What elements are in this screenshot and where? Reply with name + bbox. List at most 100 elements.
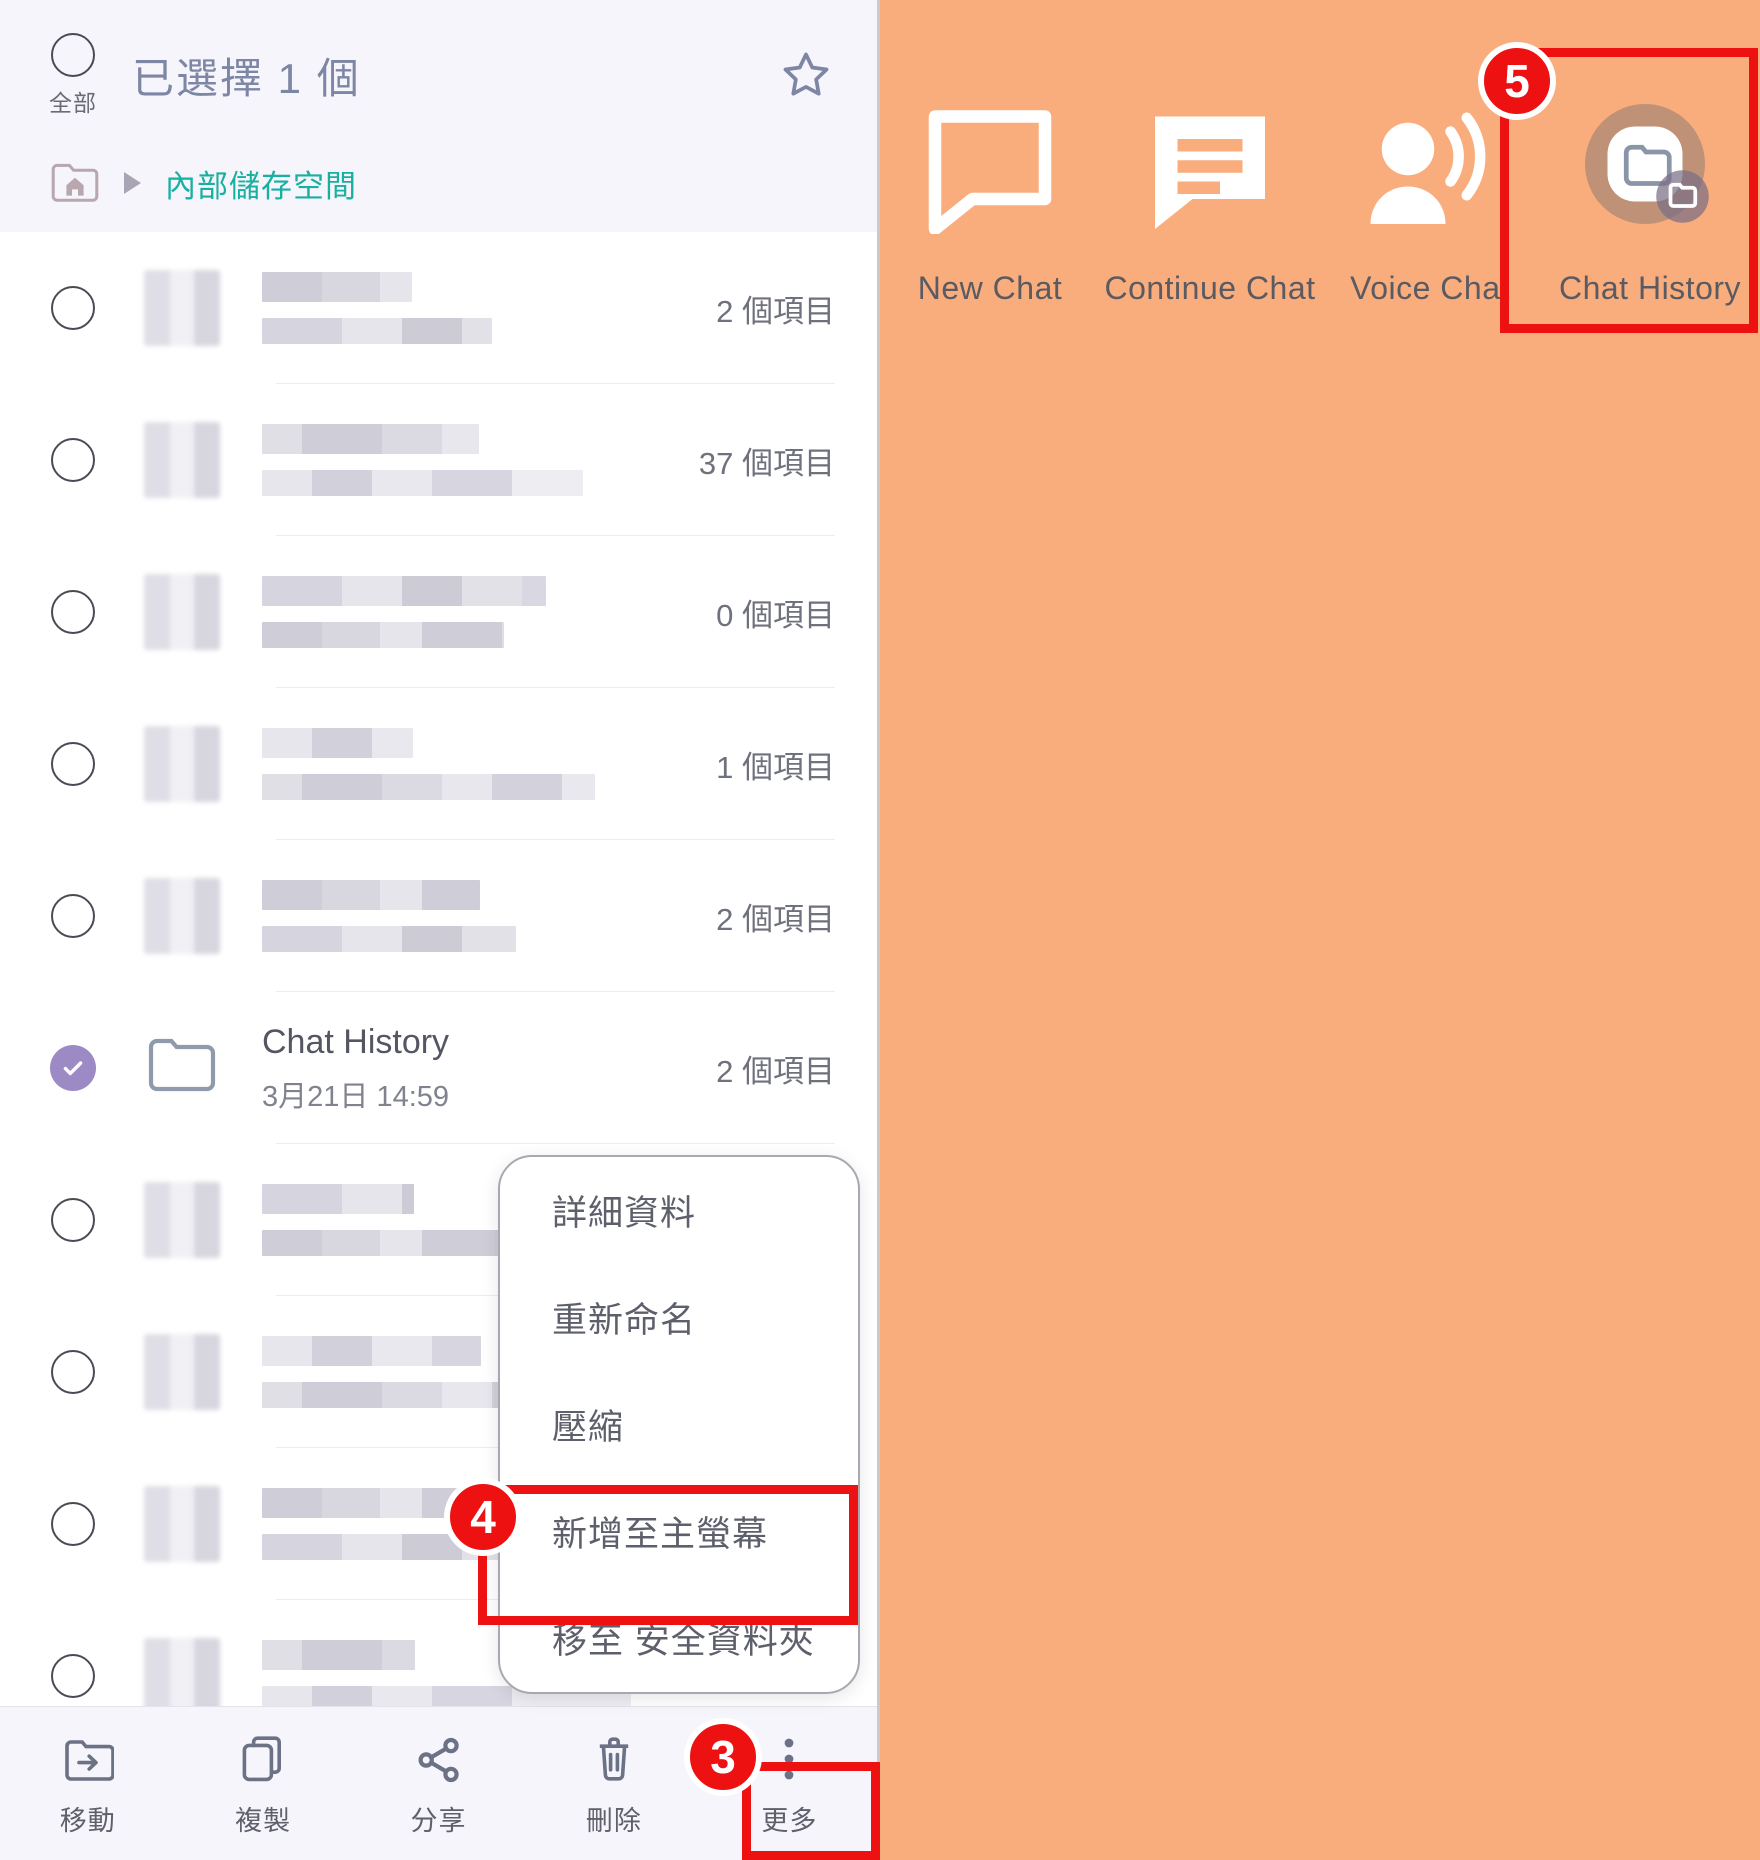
context-menu-item[interactable]: 移至 安全資料夾: [500, 1585, 858, 1692]
bottom-bar-move-button[interactable]: 移動: [0, 1707, 175, 1860]
folder-icon: [144, 270, 220, 346]
trash-icon: [591, 1729, 637, 1785]
table-row[interactable]: 1 個項目: [0, 688, 877, 840]
select-all-control[interactable]: 全部: [42, 32, 104, 118]
row-text: Chat History 3月21日 14:59: [262, 1021, 696, 1116]
checkbox-unchecked-icon: [51, 438, 95, 482]
row-checkbox[interactable]: [42, 1654, 104, 1698]
screenshot-root: 全部 已選擇 1 個 內部儲存空間 2 個項目 37 個項目 0 個項目 1 個…: [0, 0, 1760, 1860]
triangle-right-icon: [124, 172, 141, 194]
checkbox-unchecked-icon: [51, 286, 95, 330]
breadcrumb-path: 內部儲存空間: [165, 168, 357, 204]
row-checkbox[interactable]: [42, 438, 104, 482]
folder-icon: [144, 1182, 220, 1258]
row-checkbox[interactable]: [42, 286, 104, 330]
selection-count-title: 已選擇 1 個: [132, 54, 361, 102]
select-all-checkbox[interactable]: [51, 32, 95, 77]
table-row[interactable]: 2 個項目: [0, 232, 877, 384]
bottom-bar-share-button[interactable]: 分享: [351, 1707, 526, 1860]
redacted-file-name: [262, 1640, 415, 1670]
item-count: 0 個項目: [716, 597, 835, 633]
redacted-icon: [144, 878, 220, 954]
item-count: 2 個項目: [716, 293, 835, 329]
bottom-bar-delete-button[interactable]: 刪除: [526, 1707, 701, 1860]
context-menu-item[interactable]: 新增至主螢幕: [500, 1478, 858, 1585]
table-row[interactable]: 2 個項目: [0, 840, 877, 992]
bottom-bar-label: 更多: [761, 1806, 818, 1836]
table-row[interactable]: 0 個項目: [0, 536, 877, 688]
redacted-icon: [144, 726, 220, 802]
redacted-file-meta: [262, 318, 492, 344]
shortcut-voice-chat[interactable]: Voice Chat: [1320, 96, 1540, 307]
redacted-file-name: [262, 1184, 414, 1214]
shortcut-label: Voice Chat: [1350, 270, 1510, 306]
step-badge-4: 4: [444, 1478, 522, 1556]
redacted-icon: [144, 1638, 220, 1706]
row-checkbox[interactable]: [42, 590, 104, 634]
folder-icon: [144, 726, 220, 802]
selection-toolbar: 全部 已選擇 1 個: [0, 0, 877, 150]
copy-icon: [238, 1729, 288, 1785]
item-count: 37 個項目: [698, 445, 835, 481]
folder-icon: [144, 574, 220, 650]
person-speaking-icon: [1370, 112, 1485, 224]
favorite-button[interactable]: [775, 44, 837, 106]
checkbox-unchecked-icon: [51, 590, 95, 634]
row-text: [262, 272, 696, 344]
item-count: 2 個項目: [716, 901, 835, 937]
checkbox-unchecked-icon: [51, 1198, 95, 1242]
select-all-label: 全部: [49, 89, 97, 116]
row-text: [262, 880, 696, 952]
redacted-file-meta: [262, 1230, 528, 1256]
checkbox-unchecked-icon: [51, 1350, 95, 1394]
row-checkbox[interactable]: [42, 1502, 104, 1546]
row-checkbox[interactable]: [42, 1045, 104, 1091]
folder-shortcut-app-icon: [1585, 103, 1709, 224]
redacted-file-meta: [262, 470, 583, 496]
more-vertical-icon: [778, 1729, 800, 1785]
bottom-bar-label: 分享: [410, 1806, 467, 1836]
row-text: [262, 576, 696, 648]
item-count: 2 個項目: [716, 1053, 835, 1089]
folder-icon: [144, 1486, 220, 1562]
context-menu-item[interactable]: 壓縮: [500, 1371, 858, 1478]
share-icon: [413, 1729, 465, 1785]
redacted-file-meta: [262, 926, 516, 952]
row-text: [262, 424, 679, 496]
folder-icon: [144, 1638, 220, 1706]
bottom-bar-label: 刪除: [585, 1806, 642, 1836]
context-menu[interactable]: 詳細資料 重新命名 壓縮 新增至主螢幕 移至 安全資料夾: [498, 1155, 860, 1694]
shortcut-continue-chat[interactable]: Continue Chat: [1100, 96, 1320, 307]
item-count: 1 個項目: [716, 749, 835, 785]
shortcut-new-chat[interactable]: New Chat: [880, 96, 1100, 307]
redacted-file-name: [262, 576, 546, 606]
shortcut-icon-wrap: [1575, 96, 1725, 246]
redacted-icon: [144, 1182, 220, 1258]
row-checkbox[interactable]: [42, 1198, 104, 1242]
context-menu-item[interactable]: 詳細資料: [500, 1157, 858, 1264]
redacted-file-name: [262, 1336, 481, 1366]
folder-icon: [144, 422, 220, 498]
checkbox-unchecked-icon: [51, 1654, 95, 1698]
table-row[interactable]: 37 個項目: [0, 384, 877, 536]
shortcut-icon-wrap: [1145, 96, 1275, 246]
move-to-folder-icon: [62, 1729, 114, 1785]
table-row[interactable]: Chat History 3月21日 14:59 2 個項目: [0, 992, 877, 1144]
redacted-icon: [144, 574, 220, 650]
home-screen-panel: New Chat Continue Chat Voice Chat Chat H…: [880, 0, 1760, 1860]
shortcut-label: Chat History: [1558, 270, 1742, 306]
context-menu-item[interactable]: 重新命名: [500, 1264, 858, 1371]
row-checkbox[interactable]: [42, 894, 104, 938]
breadcrumb: 內部儲存空間: [0, 150, 877, 232]
row-checkbox[interactable]: [42, 1350, 104, 1394]
folder-icon: [144, 1334, 220, 1410]
row-text: [262, 728, 696, 800]
checkbox-checked-icon: [50, 1045, 96, 1091]
row-checkbox[interactable]: [42, 742, 104, 786]
redacted-icon: [144, 1486, 220, 1562]
shortcut-chat-history[interactable]: Chat History: [1540, 96, 1760, 307]
breadcrumb-home-button[interactable]: [48, 159, 102, 207]
bottom-bar-copy-button[interactable]: 複製: [175, 1707, 350, 1860]
bottom-bar-label: 複製: [235, 1806, 292, 1836]
redacted-icon: [144, 1334, 220, 1410]
